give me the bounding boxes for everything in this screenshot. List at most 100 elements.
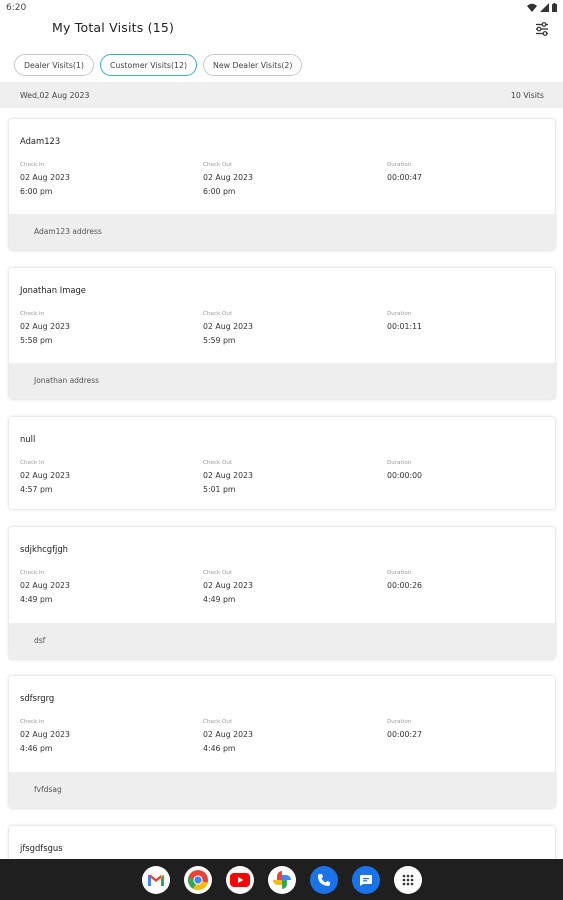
check-out-date: 02 Aug 2023 xyxy=(203,730,253,739)
check-in-time: 4:57 pm xyxy=(20,485,53,494)
duration-column: Duration 00:00:00 xyxy=(387,460,422,483)
chrome-app[interactable] xyxy=(183,865,212,894)
check-out-label: Check Out xyxy=(203,311,233,317)
check-out-column: Check Out 02 Aug 2023 4:49 pm xyxy=(203,570,253,607)
duration-value: 00:00:47 xyxy=(387,173,423,182)
check-in-date: 02 Aug 2023 xyxy=(20,173,70,182)
youtube-app[interactable] xyxy=(225,865,254,894)
gmail-app[interactable] xyxy=(141,865,170,894)
visit-card[interactable]: Jonathan Image Check In 02 Aug 2023 5:58… xyxy=(9,268,555,399)
check-in-column: Check In 02 Aug 2023 4:57 pm xyxy=(20,460,70,497)
app-bar: My Total Visits (15) xyxy=(0,14,563,42)
visit-card[interactable]: null Check In 02 Aug 2023 4:57 pm Check … xyxy=(9,417,555,509)
visit-address: dsf xyxy=(34,636,46,645)
duration-value: 00:01:11 xyxy=(387,322,423,331)
signal-icon xyxy=(540,3,549,12)
filter-sliders-icon xyxy=(536,22,548,36)
check-in-time: 4:49 pm xyxy=(20,595,53,604)
messages-app[interactable] xyxy=(351,865,380,894)
messages-icon xyxy=(359,874,372,886)
address-bar: fvfdsag xyxy=(9,772,555,808)
check-in-column: Check In 02 Aug 2023 4:46 pm xyxy=(20,719,70,756)
check-out-column: Check Out 02 Aug 2023 5:59 pm xyxy=(203,311,253,348)
visit-name: sdfsrgrg xyxy=(20,693,55,703)
app-drawer-icon xyxy=(402,874,413,885)
visit-type-chips: Dealer Visits(1) Customer Visits(12) New… xyxy=(14,54,303,76)
check-out-date: 02 Aug 2023 xyxy=(203,471,253,480)
check-in-column: Check In 02 Aug 2023 5:58 pm xyxy=(20,311,70,348)
address-bar: Adam123 address xyxy=(9,214,555,250)
visit-name: sdjkhcgfjgh xyxy=(20,544,68,554)
chip-new-dealer-visits[interactable]: New Dealer Visits(2) xyxy=(203,54,303,76)
duration-label: Duration xyxy=(387,311,412,317)
visit-card[interactable]: sdfsrgrg Check In 02 Aug 2023 4:46 pm Ch… xyxy=(9,676,555,808)
check-out-time: 4:49 pm xyxy=(203,595,236,604)
check-out-column: Check Out 02 Aug 2023 4:46 pm xyxy=(203,719,253,756)
chip-dealer-visits[interactable]: Dealer Visits(1) xyxy=(14,54,94,76)
duration-label: Duration xyxy=(387,460,412,466)
youtube-icon xyxy=(229,872,250,887)
check-out-time: 6:00 pm xyxy=(203,187,236,196)
taskbar-dock xyxy=(0,859,563,900)
duration-label: Duration xyxy=(387,570,412,576)
check-out-label: Check Out xyxy=(203,460,233,466)
group-date: Wed,02 Aug 2023 xyxy=(20,90,90,100)
battery-icon xyxy=(552,3,557,12)
check-out-time: 5:59 pm xyxy=(203,336,236,345)
check-in-label: Check In xyxy=(20,311,45,317)
visit-name: Adam123 xyxy=(20,136,61,146)
check-in-column: Check In 02 Aug 2023 6:00 pm xyxy=(20,162,70,199)
duration-label: Duration xyxy=(387,162,412,168)
visit-name: Jonathan Image xyxy=(20,285,86,295)
check-out-label: Check Out xyxy=(203,162,233,168)
check-in-label: Check In xyxy=(20,162,45,168)
visit-card[interactable]: sdjkhcgfjgh Check In 02 Aug 2023 4:49 pm… xyxy=(9,527,555,659)
duration-column: Duration 00:00:26 xyxy=(387,570,422,593)
visit-name: jfsgdfsgus xyxy=(20,843,63,853)
visit-address: Jonathan address xyxy=(34,376,100,385)
phone-icon xyxy=(317,873,330,886)
check-in-time: 6:00 pm xyxy=(20,187,53,196)
group-visit-count: 10 Visits xyxy=(510,90,544,100)
check-in-label: Check In xyxy=(20,460,45,466)
address-bar: Jonathan address xyxy=(9,363,555,399)
date-group-header: Wed,02 Aug 2023 10 Visits xyxy=(0,82,563,108)
duration-label: Duration xyxy=(387,719,412,725)
check-out-column: Check Out 02 Aug 2023 5:01 pm xyxy=(203,460,253,497)
check-out-date: 02 Aug 2023 xyxy=(203,581,253,590)
chrome-icon xyxy=(187,869,208,890)
check-out-label: Check Out xyxy=(203,719,233,725)
photos-icon xyxy=(272,870,291,889)
photos-app[interactable] xyxy=(267,865,296,894)
duration-column: Duration 00:00:47 xyxy=(387,162,422,185)
check-out-time: 4:46 pm xyxy=(203,744,236,753)
check-in-label: Check In xyxy=(20,719,45,725)
page-title: My Total Visits (15) xyxy=(52,20,175,35)
duration-column: Duration 00:00:27 xyxy=(387,719,422,742)
check-out-label: Check Out xyxy=(203,570,233,576)
check-out-date: 02 Aug 2023 xyxy=(203,173,253,182)
check-in-date: 02 Aug 2023 xyxy=(20,322,70,331)
status-icons xyxy=(527,3,557,12)
duration-value: 00:00:27 xyxy=(387,730,423,739)
check-in-column: Check In 02 Aug 2023 4:49 pm xyxy=(20,570,70,607)
address-bar: dsf xyxy=(9,623,555,659)
app-drawer-button[interactable] xyxy=(393,865,422,894)
status-time: 6:20 xyxy=(6,3,27,13)
check-out-time: 5:01 pm xyxy=(203,485,236,494)
duration-value: 00:00:26 xyxy=(387,581,423,590)
filter-button[interactable] xyxy=(533,20,551,38)
chip-customer-visits[interactable]: Customer Visits(12) xyxy=(99,54,197,76)
gmail-icon xyxy=(147,874,164,886)
check-in-label: Check In xyxy=(20,570,45,576)
check-in-date: 02 Aug 2023 xyxy=(20,730,70,739)
duration-column: Duration 00:01:11 xyxy=(387,311,422,334)
visit-card[interactable]: Adam123 Check In 02 Aug 2023 6:00 pm Che… xyxy=(9,119,555,250)
check-in-date: 02 Aug 2023 xyxy=(20,471,70,480)
check-out-date: 02 Aug 2023 xyxy=(203,322,253,331)
visit-address: Adam123 address xyxy=(34,227,102,236)
visit-address: fvfdsag xyxy=(34,785,62,794)
phone-app[interactable] xyxy=(309,865,338,894)
wifi-icon xyxy=(527,3,537,12)
check-in-date: 02 Aug 2023 xyxy=(20,581,70,590)
